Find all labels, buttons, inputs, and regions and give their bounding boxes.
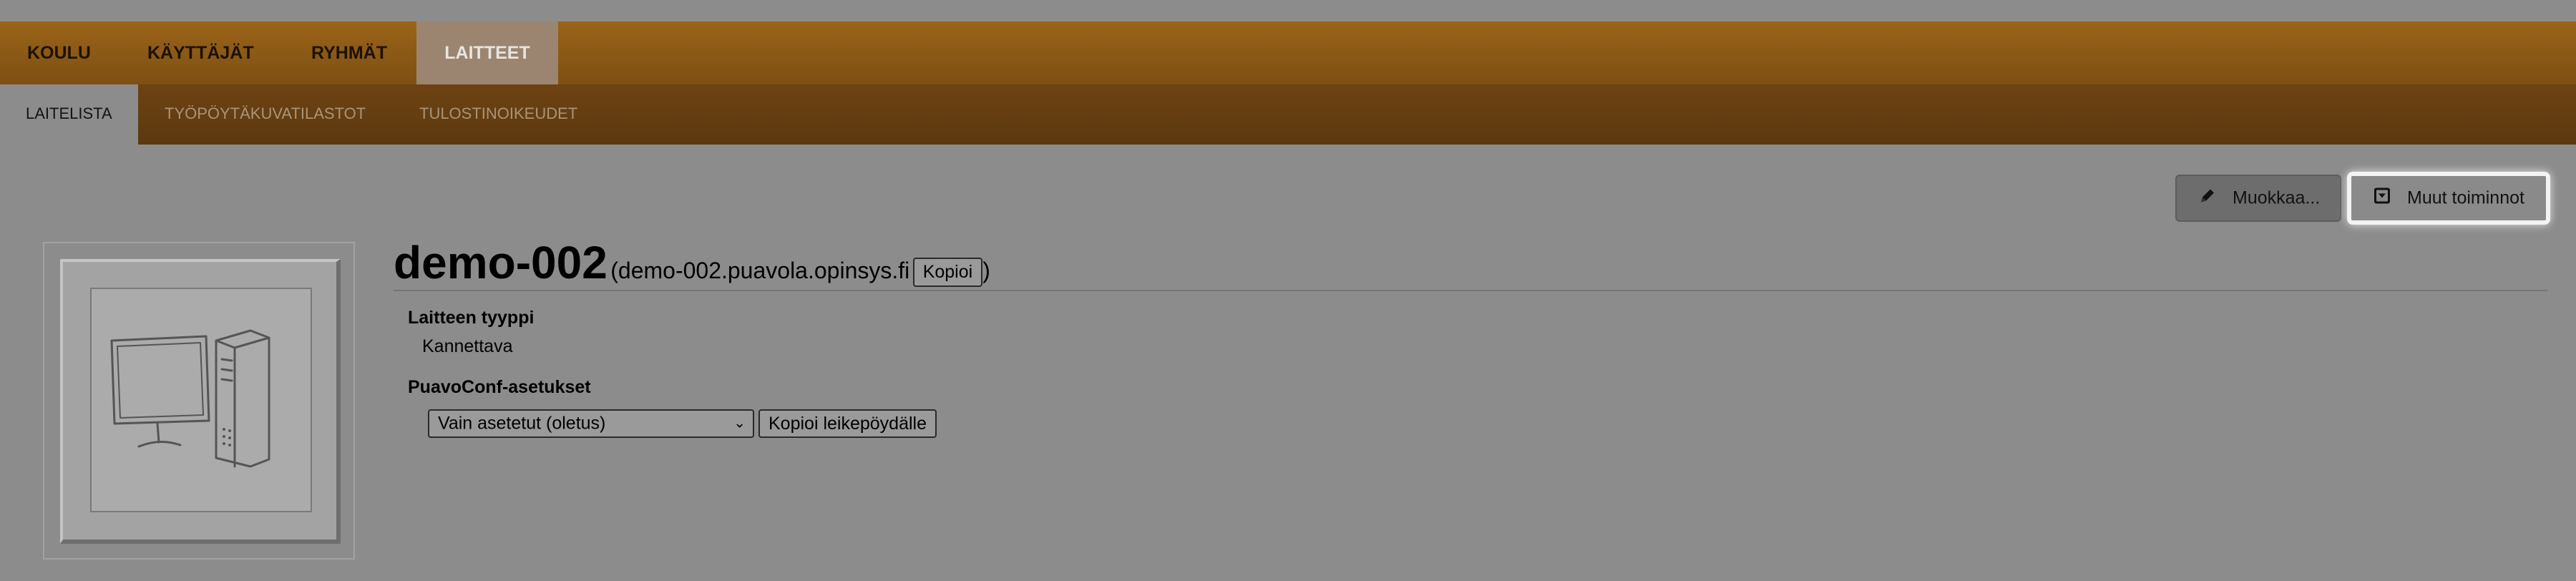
fqdn-paren-close: ) <box>982 258 990 283</box>
edit-button-label: Muokkaa... <box>2233 187 2321 208</box>
tab-koulu[interactable]: KOULU <box>27 21 91 84</box>
title-divider <box>394 290 2547 291</box>
dropdown-menu-icon <box>2373 187 2391 210</box>
subtab-tyopoytakuvatilastot[interactable]: TYÖPÖYTÄKUVATILASTOT <box>165 84 366 145</box>
device-title: demo-002 (demo-002.puavola.opinsys.fi Ko… <box>394 236 990 293</box>
device-type-value: Kannettava <box>422 336 513 356</box>
pencil-icon <box>2198 187 2217 210</box>
device-hostname: demo-002 <box>394 237 608 288</box>
device-fqdn: demo-002.puavola.opinsys.fi <box>618 258 910 283</box>
desktop-computer-icon <box>90 288 312 512</box>
tab-ryhmat[interactable]: RYHMÄT <box>311 21 387 84</box>
copy-fqdn-button[interactable]: Kopioi <box>912 258 983 288</box>
puavoconf-select[interactable]: Vain asetetut (oletus) ⌄ <box>428 409 754 438</box>
top-strip <box>0 0 2576 21</box>
edit-button[interactable]: Muokkaa... <box>2175 175 2341 222</box>
other-actions-button[interactable]: Muut toiminnot <box>2347 172 2550 225</box>
subtab-tulostinoikeudet[interactable]: TULOSTINOIKEUDET <box>419 84 577 145</box>
chevron-down-icon: ⌄ <box>733 415 746 431</box>
tab-kayttajat[interactable]: KÄYTTÄJÄT <box>147 21 254 84</box>
fqdn-paren-open: ( <box>610 258 618 283</box>
puavoconf-label: PuavoConf-asetukset <box>408 377 591 397</box>
puavoconf-select-value: Vain asetetut (oletus) <box>438 413 606 434</box>
device-image-tile <box>60 259 341 544</box>
sub-navigation: LAITELISTA TYÖPÖYTÄKUVATILASTOT TULOSTIN… <box>0 84 2576 145</box>
main-navigation: KOULU KÄYTTÄJÄT RYHMÄT LAITTEET <box>0 21 2576 84</box>
device-type-label: Laitteen tyyppi <box>408 308 535 328</box>
subtab-laitelista[interactable]: LAITELISTA <box>0 84 138 145</box>
device-image-frame <box>43 242 355 560</box>
other-actions-label: Muut toiminnot <box>2407 187 2524 208</box>
tab-laitteet[interactable]: LAITTEET <box>416 21 558 84</box>
copy-to-clipboard-button[interactable]: Kopioi leikepöydälle <box>758 409 937 438</box>
